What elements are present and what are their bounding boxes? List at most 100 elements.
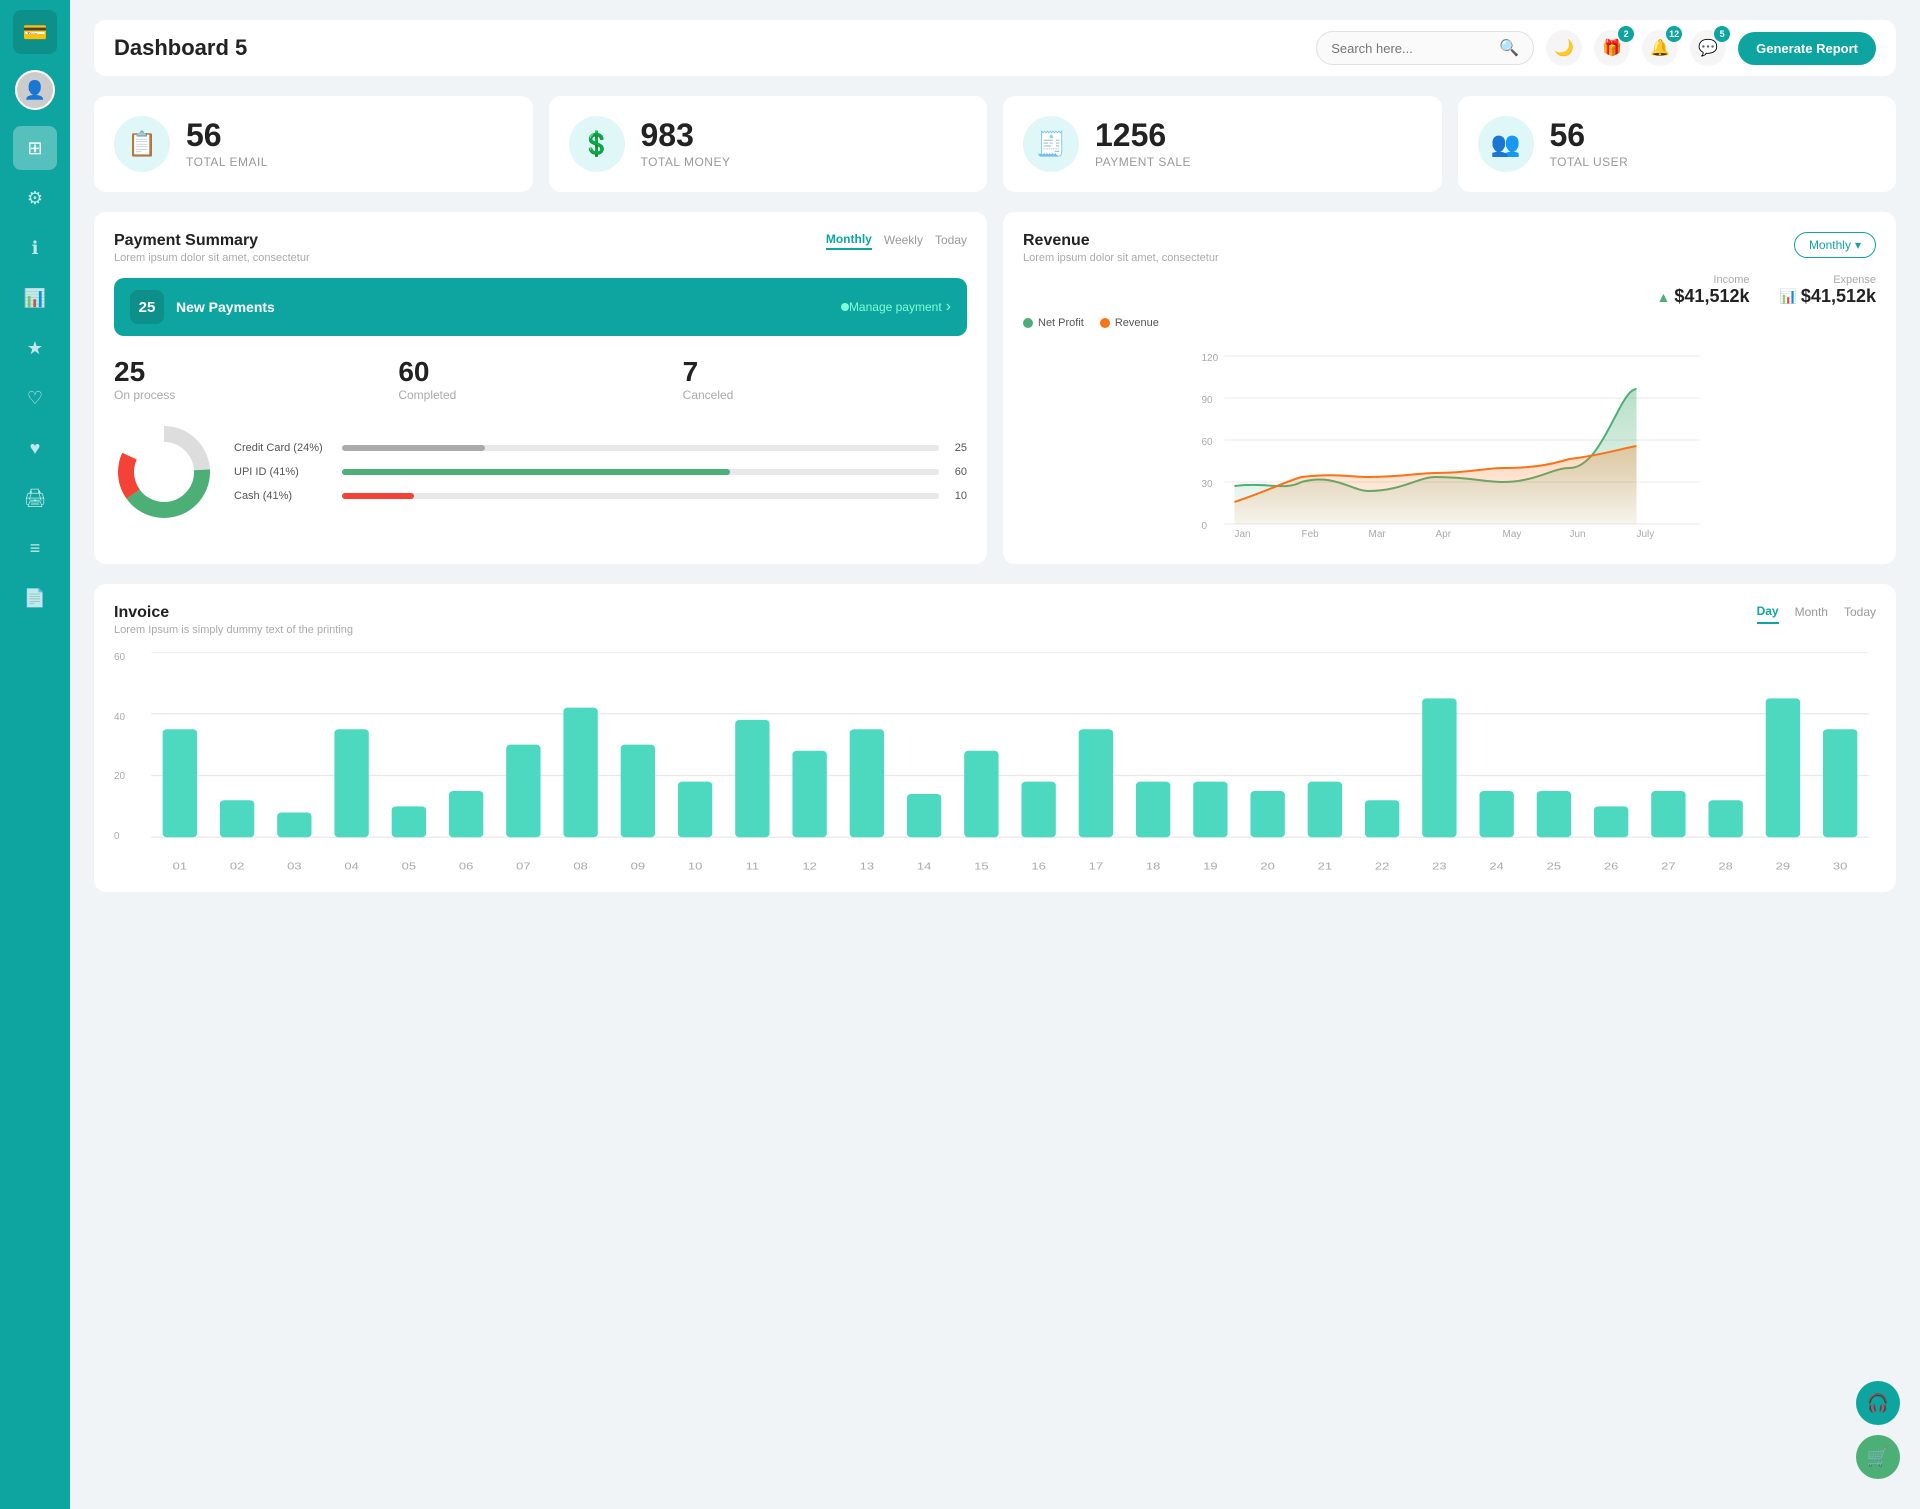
manage-payment-link[interactable]: Manage payment	[849, 300, 942, 314]
invoice-header: Invoice Lorem Ipsum is simply dummy text…	[114, 604, 1876, 636]
tab-monthly[interactable]: Monthly	[826, 232, 872, 250]
stat-on-process: 25 On process	[114, 356, 398, 402]
fab-container: 🎧 🛒	[1856, 1381, 1900, 1479]
svg-text:05: 05	[402, 861, 417, 872]
y-label-40: 40	[114, 712, 142, 723]
chat-button[interactable]: 💬 5	[1690, 30, 1726, 66]
main-content: Dashboard 5 🔍 🌙 🎁 2 🔔 12 💬 5 Generate Re…	[70, 0, 1920, 1509]
svg-text:19: 19	[1203, 861, 1217, 872]
payment-bars: Credit Card (24%) 25 UPI ID (41%) 60 Cas…	[234, 442, 967, 502]
total-money-label: TOTAL MONEY	[641, 155, 731, 169]
svg-text:29: 29	[1776, 861, 1790, 872]
revenue-tab-label: Monthly	[1809, 238, 1851, 252]
net-profit-dot	[1023, 318, 1033, 328]
pb-cash-label: Cash (41%)	[234, 490, 334, 502]
page-title: Dashboard 5	[114, 35, 247, 61]
tab-weekly[interactable]: Weekly	[884, 232, 923, 250]
y-label-60: 60	[114, 652, 142, 663]
search-icon[interactable]: 🔍	[1499, 38, 1519, 58]
pb-credit-fill	[342, 445, 485, 451]
invoice-panel: Invoice Lorem Ipsum is simply dummy text…	[94, 584, 1896, 892]
revenue-header: Revenue Lorem ipsum dolor sit amet, cons…	[1023, 232, 1876, 264]
on-process-value: 25	[114, 356, 398, 388]
payment-summary-title: Payment Summary	[114, 232, 310, 250]
sidebar-item-info[interactable]: ℹ	[13, 226, 57, 270]
svg-text:27: 27	[1661, 861, 1675, 872]
on-process-label: On process	[114, 388, 398, 402]
revenue-dot	[1100, 318, 1110, 328]
expense-icon: 📊	[1779, 288, 1796, 305]
stat-card-total-email: 📋 56 TOTAL EMAIL	[94, 96, 533, 192]
new-payments-count: 25	[130, 290, 164, 324]
chat-badge: 5	[1714, 26, 1730, 42]
sidebar-item-chart[interactable]: 📊	[13, 276, 57, 320]
sidebar-item-heart-fill[interactable]: ♥	[13, 426, 57, 470]
search-input[interactable]	[1331, 41, 1491, 56]
invoice-chart-container: 0 20 40 60 01020304050607080910111213141…	[114, 652, 1876, 872]
pb-credit-val: 25	[947, 442, 967, 454]
income-expense-row: Income ▲ $41,512k Expense 📊 $41,512k	[1023, 274, 1876, 307]
sidebar-item-list[interactable]: ≡	[13, 526, 57, 570]
revenue-panel: Revenue Lorem ipsum dolor sit amet, cons…	[1003, 212, 1896, 564]
income-item: Income ▲ $41,512k	[1657, 274, 1750, 307]
generate-report-button[interactable]: Generate Report	[1738, 32, 1876, 65]
svg-text:July: July	[1637, 529, 1655, 539]
expense-value: $41,512k	[1801, 286, 1876, 307]
net-profit-label: Net Profit	[1038, 317, 1084, 329]
sidebar-item-document[interactable]: 📄	[13, 576, 57, 620]
sidebar-logo[interactable]: 💳	[13, 10, 57, 54]
revenue-title: Revenue	[1023, 232, 1219, 250]
svg-text:16: 16	[1031, 861, 1046, 872]
svg-text:Jun: Jun	[1570, 529, 1586, 539]
stat-card-total-user: 👥 56 TOTAL USER	[1458, 96, 1897, 192]
new-payments-bar: 25 New Payments Manage payment ›	[114, 278, 967, 336]
y-label-20: 20	[114, 771, 142, 782]
pb-cash: Cash (41%) 10	[234, 490, 967, 502]
avatar[interactable]: 👤	[15, 70, 55, 110]
revenue-label: Revenue	[1115, 317, 1159, 329]
svg-text:17: 17	[1089, 861, 1103, 872]
total-user-value: 56	[1550, 119, 1629, 151]
support-fab[interactable]: 🎧	[1856, 1381, 1900, 1425]
pb-credit-label: Credit Card (24%)	[234, 442, 334, 454]
svg-text:12: 12	[802, 861, 816, 872]
svg-text:13: 13	[860, 861, 875, 872]
cart-fab[interactable]: 🛒	[1856, 1435, 1900, 1479]
new-payments-indicator	[841, 303, 849, 311]
y-label-0: 0	[114, 831, 142, 842]
svg-text:07: 07	[516, 861, 530, 872]
gift-button[interactable]: 🎁 2	[1594, 30, 1630, 66]
expense-item: Expense 📊 $41,512k	[1779, 274, 1876, 307]
tab-today[interactable]: Today	[1844, 604, 1876, 624]
invoice-subtitle: Lorem Ipsum is simply dummy text of the …	[114, 624, 353, 636]
pb-credit-card: Credit Card (24%) 25	[234, 442, 967, 454]
total-money-icon: 💲	[569, 116, 625, 172]
revenue-monthly-button[interactable]: Monthly ▾	[1794, 232, 1876, 258]
income-icon: ▲	[1657, 289, 1671, 305]
svg-text:06: 06	[459, 861, 474, 872]
tab-today[interactable]: Today	[935, 232, 967, 250]
sidebar-item-print[interactable]: 🖨	[13, 476, 57, 520]
payment-sale-label: PAYMENT SALE	[1095, 155, 1191, 169]
expense-label: Expense	[1779, 274, 1876, 286]
svg-text:21: 21	[1318, 861, 1332, 872]
total-email-icon: 📋	[114, 116, 170, 172]
canceled-label: Canceled	[683, 388, 967, 402]
dark-mode-button[interactable]: 🌙	[1546, 30, 1582, 66]
tab-day[interactable]: Day	[1757, 604, 1779, 624]
pb-cash-fill	[342, 493, 414, 499]
svg-text:28: 28	[1718, 861, 1733, 872]
sidebar-item-star[interactable]: ★	[13, 326, 57, 370]
bell-button[interactable]: 🔔 12	[1642, 30, 1678, 66]
tab-month[interactable]: Month	[1795, 604, 1828, 624]
search-box: 🔍	[1316, 31, 1534, 65]
stat-card-payment-sale: 🧾 1256 PAYMENT SALE	[1003, 96, 1442, 192]
sidebar-item-heart-outline[interactable]: ♡	[13, 376, 57, 420]
svg-text:03: 03	[287, 861, 302, 872]
total-money-value: 983	[641, 119, 731, 151]
svg-text:18: 18	[1146, 861, 1161, 872]
sidebar-item-home[interactable]: ⊞	[13, 126, 57, 170]
legend-net-profit: Net Profit	[1023, 317, 1084, 329]
svg-text:30: 30	[1202, 479, 1214, 490]
sidebar-item-settings[interactable]: ⚙	[13, 176, 57, 220]
